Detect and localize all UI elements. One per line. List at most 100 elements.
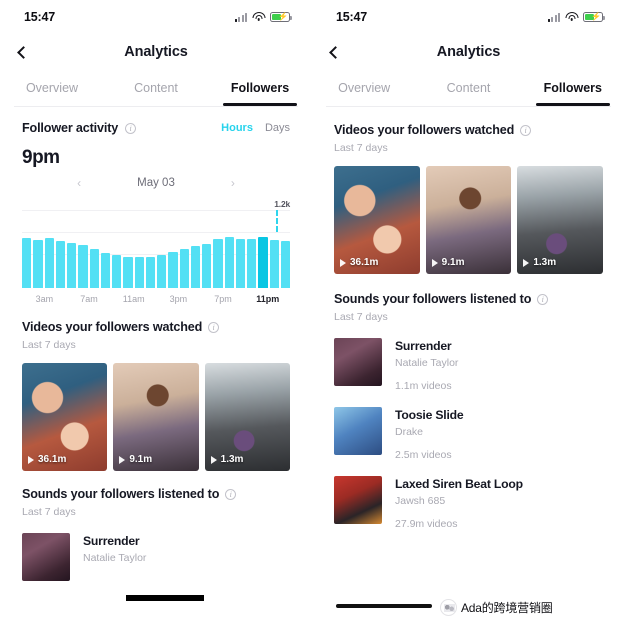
toggle-hours[interactable]: Hours (221, 122, 253, 134)
follower-activity-chart: 1.2k (22, 199, 290, 288)
chevron-right-icon[interactable]: › (231, 176, 235, 190)
chevron-left-icon[interactable]: ‹ (77, 176, 81, 190)
sounds-section-right: Sounds your followers listened to i Last… (312, 292, 625, 530)
videos-section-right: Videos your followers watched i Last 7 d… (312, 123, 625, 274)
back-chevron-icon (329, 45, 342, 59)
date-navigator: ‹ May 03 › (22, 176, 290, 190)
chart-bar (100, 253, 110, 288)
play-icon (28, 455, 34, 464)
tab-followers[interactable]: Followers (521, 70, 625, 106)
chart-bar (22, 237, 32, 288)
sounds-section-left: Sounds your followers listened to i Last… (0, 487, 312, 581)
chart-x-tick: 3am (35, 294, 54, 304)
analytics-tabs-left: Overview Content Followers (0, 70, 312, 106)
nav-bar-left: Analytics (0, 34, 312, 70)
watermark: Ada的跨境营销圈 (440, 599, 553, 616)
back-chevron-icon (17, 45, 30, 59)
sound-artwork (334, 476, 382, 524)
info-icon[interactable]: i (520, 124, 532, 136)
chart-x-tick: 11pm (256, 294, 280, 304)
tab-content[interactable]: Content (416, 70, 520, 106)
play-icon (431, 258, 438, 267)
analytics-tabs-right: Overview Content Followers (312, 70, 625, 106)
info-icon[interactable]: i (225, 488, 237, 500)
video-view-count: 1.3m (533, 257, 557, 268)
back-button[interactable] (0, 34, 44, 70)
sounds-section-title: Sounds your followers listened to (22, 487, 220, 501)
left-phone-screen: 15:47 ⚡ Analytics Overview Content Follo… (0, 0, 312, 624)
sound-name: Toosie Slide (395, 408, 464, 422)
cellular-signal-icon (234, 12, 247, 22)
cellular-signal-icon (547, 12, 560, 22)
video-thumbnail[interactable]: 1.3m (204, 363, 290, 471)
back-button[interactable] (312, 34, 356, 70)
toggle-days[interactable]: Days (265, 122, 290, 134)
redaction-bar (126, 595, 204, 601)
chart-bar (134, 257, 144, 288)
chart-bar (202, 244, 212, 288)
video-thumbnail[interactable]: 36.1m (22, 363, 108, 471)
sound-list-item[interactable]: Laxed Siren Beat Loop Jawsh 685 27.9m vi… (334, 476, 603, 530)
chart-peak-label: 1.2k (274, 199, 290, 209)
sound-artwork (334, 407, 382, 455)
sound-video-count: 27.9m videos (395, 518, 458, 530)
sound-artist: Drake (395, 426, 424, 438)
play-icon (210, 455, 217, 464)
info-icon[interactable]: i (208, 321, 220, 333)
chart-bar (213, 238, 223, 288)
chart-bar (55, 240, 65, 288)
chart-bar (157, 254, 167, 288)
videos-row: 36.1m 9.1m 1.3m (334, 166, 604, 274)
watermark-text: Ada的跨境营销圈 (461, 601, 553, 615)
home-indicator (336, 604, 432, 608)
chart-bar (269, 240, 279, 288)
video-view-count: 1.3m (220, 454, 244, 465)
chart-x-tick: 3pm (169, 294, 188, 304)
sound-list-item[interactable]: Surrender Natalie Taylor 1.1m videos (334, 338, 603, 392)
chart-bar (112, 254, 122, 288)
videos-section-subtitle: Last 7 days (334, 142, 388, 154)
sound-artist: Natalie Taylor (395, 357, 459, 369)
sounds-section-title: Sounds your followers listened to (334, 292, 532, 306)
video-thumbnail[interactable]: 9.1m (425, 166, 512, 274)
follower-activity-header: Follower activity i Hours Days (22, 121, 290, 135)
status-time: 15:47 (24, 10, 55, 24)
hours-days-toggle: Hours Days (221, 122, 290, 134)
tab-overview[interactable]: Overview (0, 70, 104, 106)
follower-activity-title: Follower activity (22, 121, 119, 135)
chart-bar (224, 237, 234, 288)
video-thumbnail[interactable]: 36.1m (334, 166, 420, 274)
tab-followers[interactable]: Followers (208, 70, 312, 106)
sound-name: Surrender (83, 534, 140, 548)
chart-bar (89, 249, 99, 288)
play-icon (340, 258, 346, 267)
chart-bar (145, 257, 155, 288)
chart-bar (258, 236, 268, 288)
video-thumbnail[interactable]: 9.1m (113, 363, 199, 471)
video-thumbnail[interactable]: 1.3m (517, 166, 604, 274)
right-phone-screen: 15:47 ⚡ Analytics Overview Content Follo… (312, 0, 625, 624)
follower-activity-section: Follower activity i Hours Days 9pm ‹ May… (0, 121, 312, 304)
chart-bar (78, 245, 88, 288)
sound-list-item[interactable]: Toosie Slide Drake 2.5m videos (334, 407, 603, 461)
chart-bar (247, 238, 257, 288)
chart-bar (33, 239, 43, 288)
sound-list-item[interactable]: Surrender Natalie Taylor (22, 533, 290, 581)
chart-x-axis: 3am 7am 11am 3pm 7pm 11pm (22, 294, 290, 304)
status-icons: ⚡ (547, 12, 605, 22)
nav-bar-right: Analytics (312, 34, 625, 70)
wifi-icon (252, 12, 265, 22)
chart-bar (67, 242, 77, 288)
chart-bar (235, 238, 245, 288)
chart-x-tick: 7pm (214, 294, 232, 304)
sound-artist: Natalie Taylor (83, 552, 147, 564)
sound-name: Laxed Siren Beat Loop (395, 477, 523, 491)
info-icon[interactable]: i (537, 293, 549, 305)
info-icon[interactable]: i (125, 122, 137, 134)
chart-bar (280, 241, 290, 288)
tab-content[interactable]: Content (104, 70, 208, 106)
tab-overview[interactable]: Overview (312, 70, 416, 106)
tabs-divider (326, 106, 611, 107)
battery-charging-icon: ⚡ (583, 12, 605, 22)
status-icons: ⚡ (234, 12, 292, 22)
